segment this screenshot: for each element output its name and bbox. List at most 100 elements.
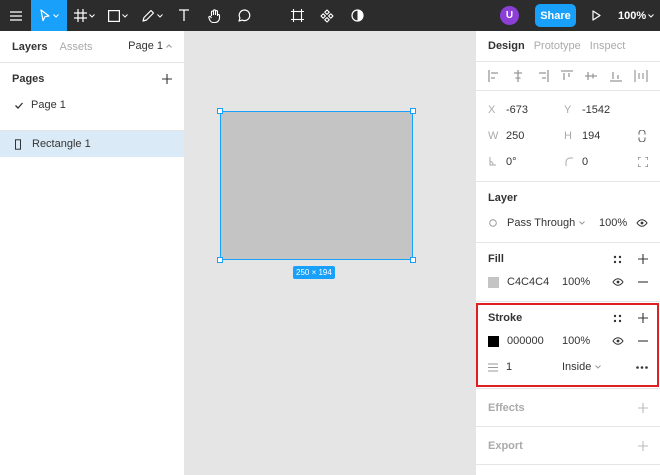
- pen-tool-button[interactable]: [135, 0, 169, 31]
- zoom-value: 100%: [618, 9, 647, 22]
- fill-hex-value[interactable]: C4C4C4: [507, 276, 549, 288]
- eye-icon[interactable]: [612, 278, 624, 286]
- rotation-radius-row: 0° 0: [488, 149, 648, 175]
- tab-layers[interactable]: Layers: [12, 41, 47, 53]
- alignment-toolbar: [476, 62, 660, 90]
- eye-icon[interactable]: [636, 219, 648, 227]
- chevron-down-icon: [579, 221, 586, 225]
- chevron-down-icon: [648, 13, 654, 18]
- layer-blend-row: Pass Through 100%: [476, 210, 660, 236]
- mask-button[interactable]: [342, 0, 372, 31]
- pages-header: Pages: [0, 63, 184, 94]
- distribute-spacing-icon[interactable]: [634, 70, 648, 82]
- component-button[interactable]: [312, 0, 342, 31]
- present-button[interactable]: [588, 0, 604, 31]
- play-icon: [591, 10, 601, 21]
- corners-icon: [638, 157, 648, 167]
- resize-handle-bottom-right[interactable]: [410, 257, 416, 263]
- fill-opacity-value[interactable]: 100%: [562, 276, 590, 288]
- w-label: W: [488, 130, 499, 142]
- plus-icon[interactable]: [162, 73, 172, 84]
- fill-header-actions: [613, 254, 648, 264]
- zoom-dropdown[interactable]: 100%: [618, 0, 654, 31]
- align-top-icon[interactable]: [560, 70, 573, 82]
- selected-rectangle[interactable]: [220, 111, 413, 260]
- position-row: X -673 Y -1542: [488, 97, 648, 123]
- link-icon: [638, 130, 646, 142]
- page-list-item[interactable]: Page 1: [0, 94, 184, 116]
- toolbar: U Share 100%: [0, 0, 660, 31]
- align-horizontal-center-icon[interactable]: [512, 70, 524, 82]
- width-field[interactable]: W 250: [488, 130, 524, 142]
- align-right-icon[interactable]: [537, 70, 549, 82]
- crop-button[interactable]: [282, 0, 312, 31]
- chevron-down-icon: [88, 13, 95, 18]
- radius-value: 0: [582, 156, 589, 168]
- tab-assets[interactable]: Assets: [59, 41, 92, 53]
- rectangle-layer-icon: [15, 138, 21, 150]
- user-avatar[interactable]: U: [500, 6, 519, 25]
- w-value: 250: [506, 130, 525, 142]
- page-item-label: Page 1: [31, 99, 66, 111]
- hand-tool-button[interactable]: [199, 0, 229, 31]
- styles-grid-icon[interactable]: [613, 255, 622, 264]
- fill-actions: [612, 269, 648, 295]
- blend-mode-value: Pass Through: [507, 217, 576, 229]
- canvas[interactable]: 250 × 194: [185, 31, 475, 475]
- page-selector[interactable]: Page 1: [128, 40, 172, 52]
- main-menu-button[interactable]: [0, 0, 31, 31]
- rotation-value: 0°: [506, 156, 517, 168]
- effects-section-header: Effects: [476, 389, 660, 426]
- x-value: -673: [506, 104, 529, 116]
- corner-radius-icon: [565, 157, 573, 166]
- h-value: 194: [582, 130, 601, 142]
- share-button[interactable]: Share: [535, 4, 576, 27]
- corner-radius-field[interactable]: 0: [564, 156, 588, 168]
- align-left-icon[interactable]: [488, 70, 500, 82]
- plus-icon[interactable]: [638, 254, 648, 264]
- left-panel: Layers Assets Page 1 Pages Page 1 Rectan…: [0, 31, 185, 475]
- frame-tool-button[interactable]: [67, 0, 101, 31]
- tab-prototype[interactable]: Prototype: [534, 40, 581, 52]
- tab-inspect[interactable]: Inspect: [590, 40, 625, 52]
- chevron-up-icon: [166, 44, 172, 48]
- chevron-down-icon: [53, 13, 59, 18]
- fill-color-swatch[interactable]: [488, 276, 499, 288]
- align-vertical-center-icon[interactable]: [585, 70, 598, 82]
- toolbar-center-group: [282, 0, 372, 31]
- comment-tool-button[interactable]: [229, 0, 259, 31]
- x-label: X: [488, 104, 496, 116]
- hamburger-icon: [9, 10, 22, 21]
- resize-handle-top-right[interactable]: [410, 108, 416, 114]
- x-field[interactable]: X -673: [488, 104, 528, 116]
- y-field[interactable]: Y -1542: [564, 104, 610, 116]
- move-tool-button[interactable]: [31, 0, 67, 31]
- height-field[interactable]: H 194: [564, 130, 600, 142]
- rotation-field[interactable]: 0°: [488, 156, 517, 168]
- resize-handle-bottom-left[interactable]: [217, 257, 223, 263]
- right-panel: Design Prototype Inspect X -673 Y -1542 …: [475, 31, 660, 475]
- blend-mode-icon: [489, 219, 497, 227]
- constrain-proportions-button[interactable]: [638, 130, 646, 142]
- text-tool-button[interactable]: [169, 0, 199, 31]
- stroke-section-highlight: [476, 303, 659, 387]
- shape-tool-button[interactable]: [101, 0, 135, 31]
- plus-icon[interactable]: [638, 440, 648, 451]
- align-bottom-icon[interactable]: [609, 70, 622, 82]
- resize-handle-top-left[interactable]: [217, 108, 223, 114]
- export-section-header: Export: [476, 427, 660, 464]
- tab-design[interactable]: Design: [488, 40, 525, 52]
- layer-item-rectangle[interactable]: Rectangle 1: [0, 131, 184, 157]
- comment-bubble-icon: [237, 9, 250, 22]
- independent-corners-button[interactable]: [638, 157, 648, 167]
- contrast-half-icon: [350, 9, 364, 22]
- rotation-angle-icon: [489, 157, 496, 166]
- hand-icon: [207, 8, 220, 23]
- minus-icon[interactable]: [638, 281, 648, 283]
- layer-opacity-value[interactable]: 100%: [599, 217, 627, 229]
- checkmark-icon: [15, 102, 23, 109]
- size-row: W 250 H 194: [488, 123, 648, 149]
- blend-mode-dropdown[interactable]: Pass Through: [507, 217, 586, 229]
- plus-icon[interactable]: [638, 402, 648, 413]
